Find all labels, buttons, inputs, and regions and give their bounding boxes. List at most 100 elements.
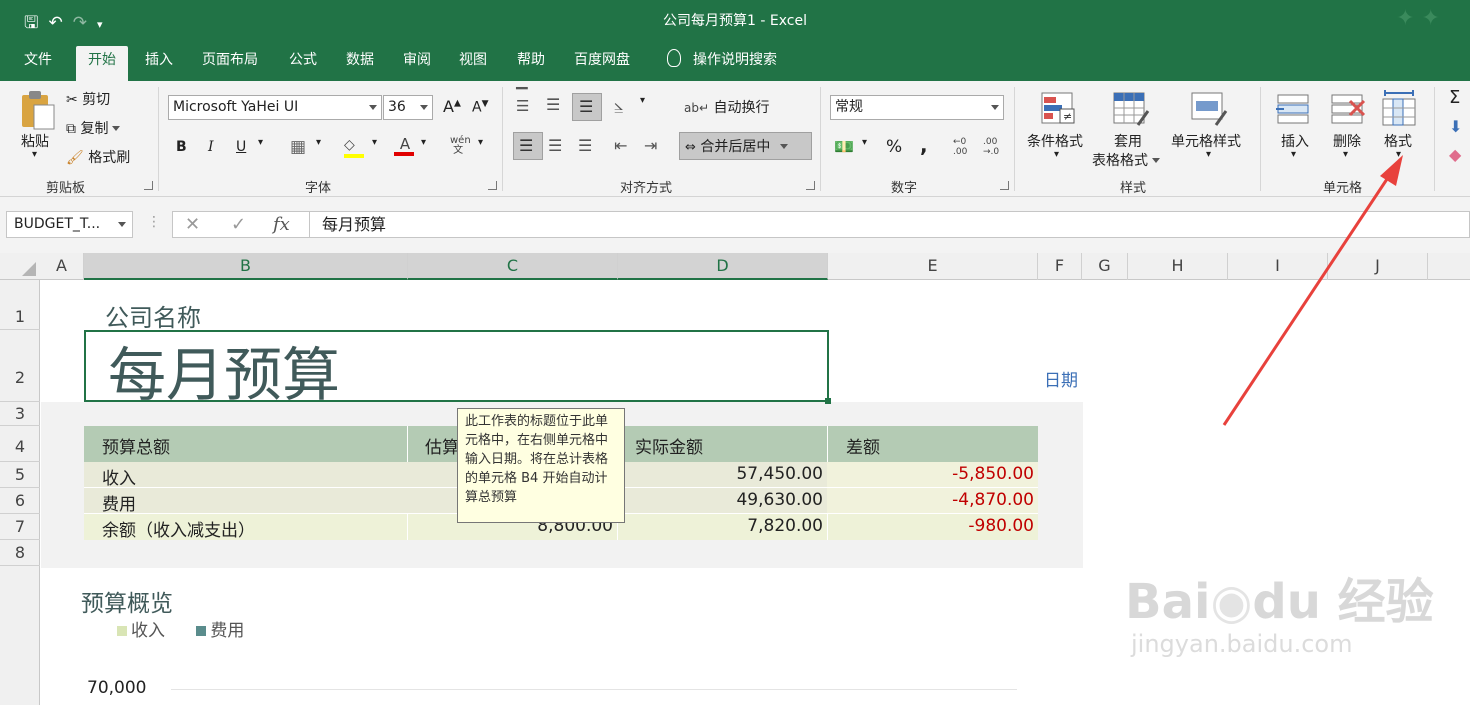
orientation-dropdown-icon[interactable]: ▾ xyxy=(640,95,645,106)
borders-icon[interactable]: ▦ xyxy=(290,137,306,157)
row-header-6[interactable]: 6 xyxy=(0,488,40,514)
row-header-7[interactable]: 7 xyxy=(0,514,40,540)
tell-me-search[interactable]: 操作说明搜索 xyxy=(655,46,789,81)
shrink-font-button[interactable]: A▼ xyxy=(472,99,489,116)
number-launcher-icon[interactable] xyxy=(1000,181,1009,190)
tab-home[interactable]: 开始 xyxy=(76,46,128,81)
align-center-icon[interactable]: ☰ xyxy=(548,136,562,155)
orientation-icon[interactable]: ⦥ xyxy=(614,95,623,115)
tab-baidu-netdisk[interactable]: 百度网盘 xyxy=(562,46,642,81)
copy-button[interactable]: ⧉ 复制 xyxy=(66,118,121,138)
select-all-button[interactable] xyxy=(0,253,40,280)
header-actual[interactable]: 实际金额 xyxy=(635,433,703,458)
column-header-j[interactable]: J xyxy=(1328,253,1428,280)
clear-icon[interactable]: ◆ xyxy=(1449,145,1461,164)
align-middle-icon[interactable]: ☰ xyxy=(546,95,560,114)
tab-formulas[interactable]: 公式 xyxy=(277,46,329,81)
diff-income[interactable]: -5,850.00 xyxy=(827,464,1038,484)
row-header-3[interactable]: 3 xyxy=(0,402,40,426)
decrease-indent-icon[interactable]: ⇤ xyxy=(614,136,627,155)
insert-function-button[interactable]: fx xyxy=(273,214,290,235)
row-label-balance[interactable]: 余额（收入减支出） xyxy=(102,516,255,541)
clipboard-launcher-icon[interactable] xyxy=(144,181,153,190)
actual-balance[interactable]: 7,820.00 xyxy=(617,516,827,536)
font-name-combo[interactable]: Microsoft YaHei UI xyxy=(168,95,382,120)
row-header-8[interactable]: 8 xyxy=(0,540,40,566)
row-header-2[interactable]: 2 xyxy=(0,330,40,402)
column-header-i[interactable]: I xyxy=(1228,253,1328,280)
tab-data[interactable]: 数据 xyxy=(334,46,386,81)
autosum-icon[interactable]: Σ xyxy=(1449,87,1460,108)
wrap-text-button[interactable]: ab↵ 自动换行 xyxy=(684,97,769,117)
underline-dropdown-icon[interactable]: ▾ xyxy=(258,137,263,148)
column-header-e[interactable]: E xyxy=(828,253,1038,280)
align-right-icon[interactable]: ☰ xyxy=(578,136,592,155)
cancel-icon[interactable]: ✕ xyxy=(185,214,200,235)
tab-help[interactable]: 帮助 xyxy=(505,46,557,81)
diff-expense[interactable]: -4,870.00 xyxy=(827,490,1038,510)
row-header-5[interactable]: 5 xyxy=(0,462,40,488)
decrease-decimal-icon[interactable]: .00 →.0 xyxy=(983,137,999,157)
tab-review[interactable]: 审阅 xyxy=(391,46,443,81)
format-cells-button[interactable]: 格式 xyxy=(1384,131,1412,151)
tab-page-layout[interactable]: 页面布局 xyxy=(190,46,270,81)
tab-insert[interactable]: 插入 xyxy=(133,46,185,81)
align-left-icon[interactable]: ☰ xyxy=(519,136,533,155)
phonetic-dropdown-icon[interactable]: ▾ xyxy=(478,137,483,148)
number-format-combo[interactable]: 常规 xyxy=(830,95,1004,120)
fill-icon[interactable]: ⬇ xyxy=(1449,117,1462,136)
row-header-4[interactable]: 4 xyxy=(0,426,40,462)
accounting-dropdown-icon[interactable]: ▾ xyxy=(862,137,867,148)
percent-button[interactable]: % xyxy=(886,137,902,157)
format-painter-button[interactable]: 🖌 格式刷 xyxy=(66,147,130,167)
cell-styles-icon[interactable] xyxy=(1190,91,1228,127)
phonetic-guide-icon[interactable]: wén 文 xyxy=(450,136,471,156)
italic-button[interactable]: I xyxy=(208,139,214,155)
conditional-format-button[interactable]: 条件格式 xyxy=(1027,131,1083,151)
tab-view[interactable]: 视图 xyxy=(447,46,499,81)
selected-title-cell[interactable]: 每月预算 xyxy=(84,330,831,409)
format-cells-icon[interactable] xyxy=(1381,89,1417,127)
font-launcher-icon[interactable] xyxy=(488,181,497,190)
actual-expense[interactable]: 49,630.00 xyxy=(617,490,827,510)
diff-balance[interactable]: -980.00 xyxy=(827,516,1038,536)
copy-dropdown-icon[interactable] xyxy=(112,126,121,131)
cut-button[interactable]: ✂ 剪切 xyxy=(66,89,110,109)
underline-button[interactable]: U xyxy=(236,139,246,155)
borders-dropdown-icon[interactable]: ▾ xyxy=(316,137,321,148)
fill-handle[interactable] xyxy=(825,398,831,404)
delete-cells-icon[interactable] xyxy=(1330,91,1366,127)
align-top-icon[interactable]: ▔ ☰ xyxy=(516,89,529,114)
column-header-h[interactable]: H xyxy=(1128,253,1228,280)
fill-color-icon[interactable]: ◇ xyxy=(344,138,366,158)
alignment-launcher-icon[interactable] xyxy=(806,181,815,190)
row-label-income[interactable]: 收入 xyxy=(102,464,136,489)
column-header-b[interactable]: B xyxy=(84,253,408,280)
paste-icon[interactable] xyxy=(20,89,56,131)
paste-dropdown-icon[interactable]: ▾ xyxy=(32,149,37,160)
conditional-format-icon[interactable]: ≠ xyxy=(1040,91,1076,127)
merge-center-button[interactable]: ⇔ 合并后居中 xyxy=(685,136,789,156)
comma-button[interactable]: , xyxy=(920,133,928,157)
grow-font-button[interactable]: A▲ xyxy=(443,97,461,116)
fill-color-dropdown-icon[interactable]: ▾ xyxy=(372,137,377,148)
font-size-combo[interactable]: 36 xyxy=(383,95,433,120)
column-header-f[interactable]: F xyxy=(1038,253,1082,280)
actual-income[interactable]: 57,450.00 xyxy=(617,464,827,484)
accounting-format-icon[interactable]: 💵 xyxy=(834,137,854,156)
increase-indent-icon[interactable]: ⇥ xyxy=(644,136,657,155)
delete-cells-button[interactable]: 删除 xyxy=(1333,131,1361,151)
header-budget-total[interactable]: 预算总额 xyxy=(102,433,170,458)
formula-input[interactable]: 每月预算 xyxy=(310,211,1470,238)
name-box[interactable]: BUDGET_T... xyxy=(6,211,133,238)
header-estimate[interactable]: 估算 xyxy=(425,433,459,458)
cell-styles-button[interactable]: 单元格样式 xyxy=(1171,131,1241,151)
increase-decimal-icon[interactable]: ←0.00 xyxy=(953,137,967,157)
paste-button[interactable]: 粘贴 xyxy=(21,131,49,151)
align-bottom-icon[interactable]: ☰ xyxy=(579,97,593,116)
column-header-g[interactable]: G xyxy=(1082,253,1128,280)
column-header-a[interactable]: A xyxy=(40,253,84,280)
worksheet-grid[interactable]: 公司名称 每月预算 日期 预算总额 估算 实际金额 差额 收入 57,450.0… xyxy=(41,280,1470,705)
row-header-1[interactable]: 1 xyxy=(0,280,40,330)
format-as-table-button[interactable]: 套用 xyxy=(1114,131,1142,151)
